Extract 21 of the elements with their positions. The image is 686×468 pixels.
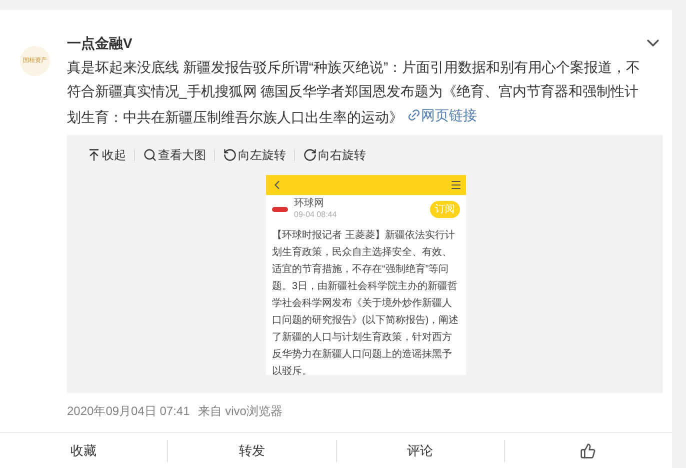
action-button[interactable]: 转发 xyxy=(168,433,336,468)
rotate-right-icon xyxy=(303,148,317,162)
image-toolbar-button[interactable]: 向左旋转 xyxy=(223,146,286,164)
post-source: 来自 vivo浏览器 xyxy=(198,403,282,420)
image-toolbar-button[interactable]: 收起 xyxy=(87,146,126,164)
menu-icon xyxy=(450,179,462,191)
action-button[interactable]: 评论 xyxy=(336,433,504,468)
article-time: 09-04 08:44 xyxy=(294,211,338,219)
collapse-icon xyxy=(87,148,101,162)
image-toolbar-button[interactable]: 查看大图 xyxy=(143,146,206,164)
post-time: 2020年09月04日 07:41 xyxy=(67,403,190,420)
source-name: 环球网 xyxy=(294,199,325,209)
action-button[interactable]: 收藏 xyxy=(0,433,168,468)
thumbs-up-icon xyxy=(580,442,596,458)
author-name[interactable]: 一点金融V xyxy=(67,32,132,54)
source-logo xyxy=(272,206,288,212)
web-link[interactable]: 网页链接 xyxy=(406,103,477,127)
post-text: 真是坏起来没底线 新疆发报告驳斥所谓“种族灭绝说”：片面引用数据和别有用心个案报道，不符合新疆真实情况_手机搜狐网 德国反华学者郑国恩发布题为《绝育、宫内节育器和强制性计划生育：中共在新疆压制维吾尔族人口出生率的运动》 网页链接 xyxy=(67,58,642,129)
rotate-left-icon xyxy=(223,148,237,162)
image-toolbar-button[interactable]: 向右旋转 xyxy=(303,146,366,164)
search-icon xyxy=(143,148,157,162)
